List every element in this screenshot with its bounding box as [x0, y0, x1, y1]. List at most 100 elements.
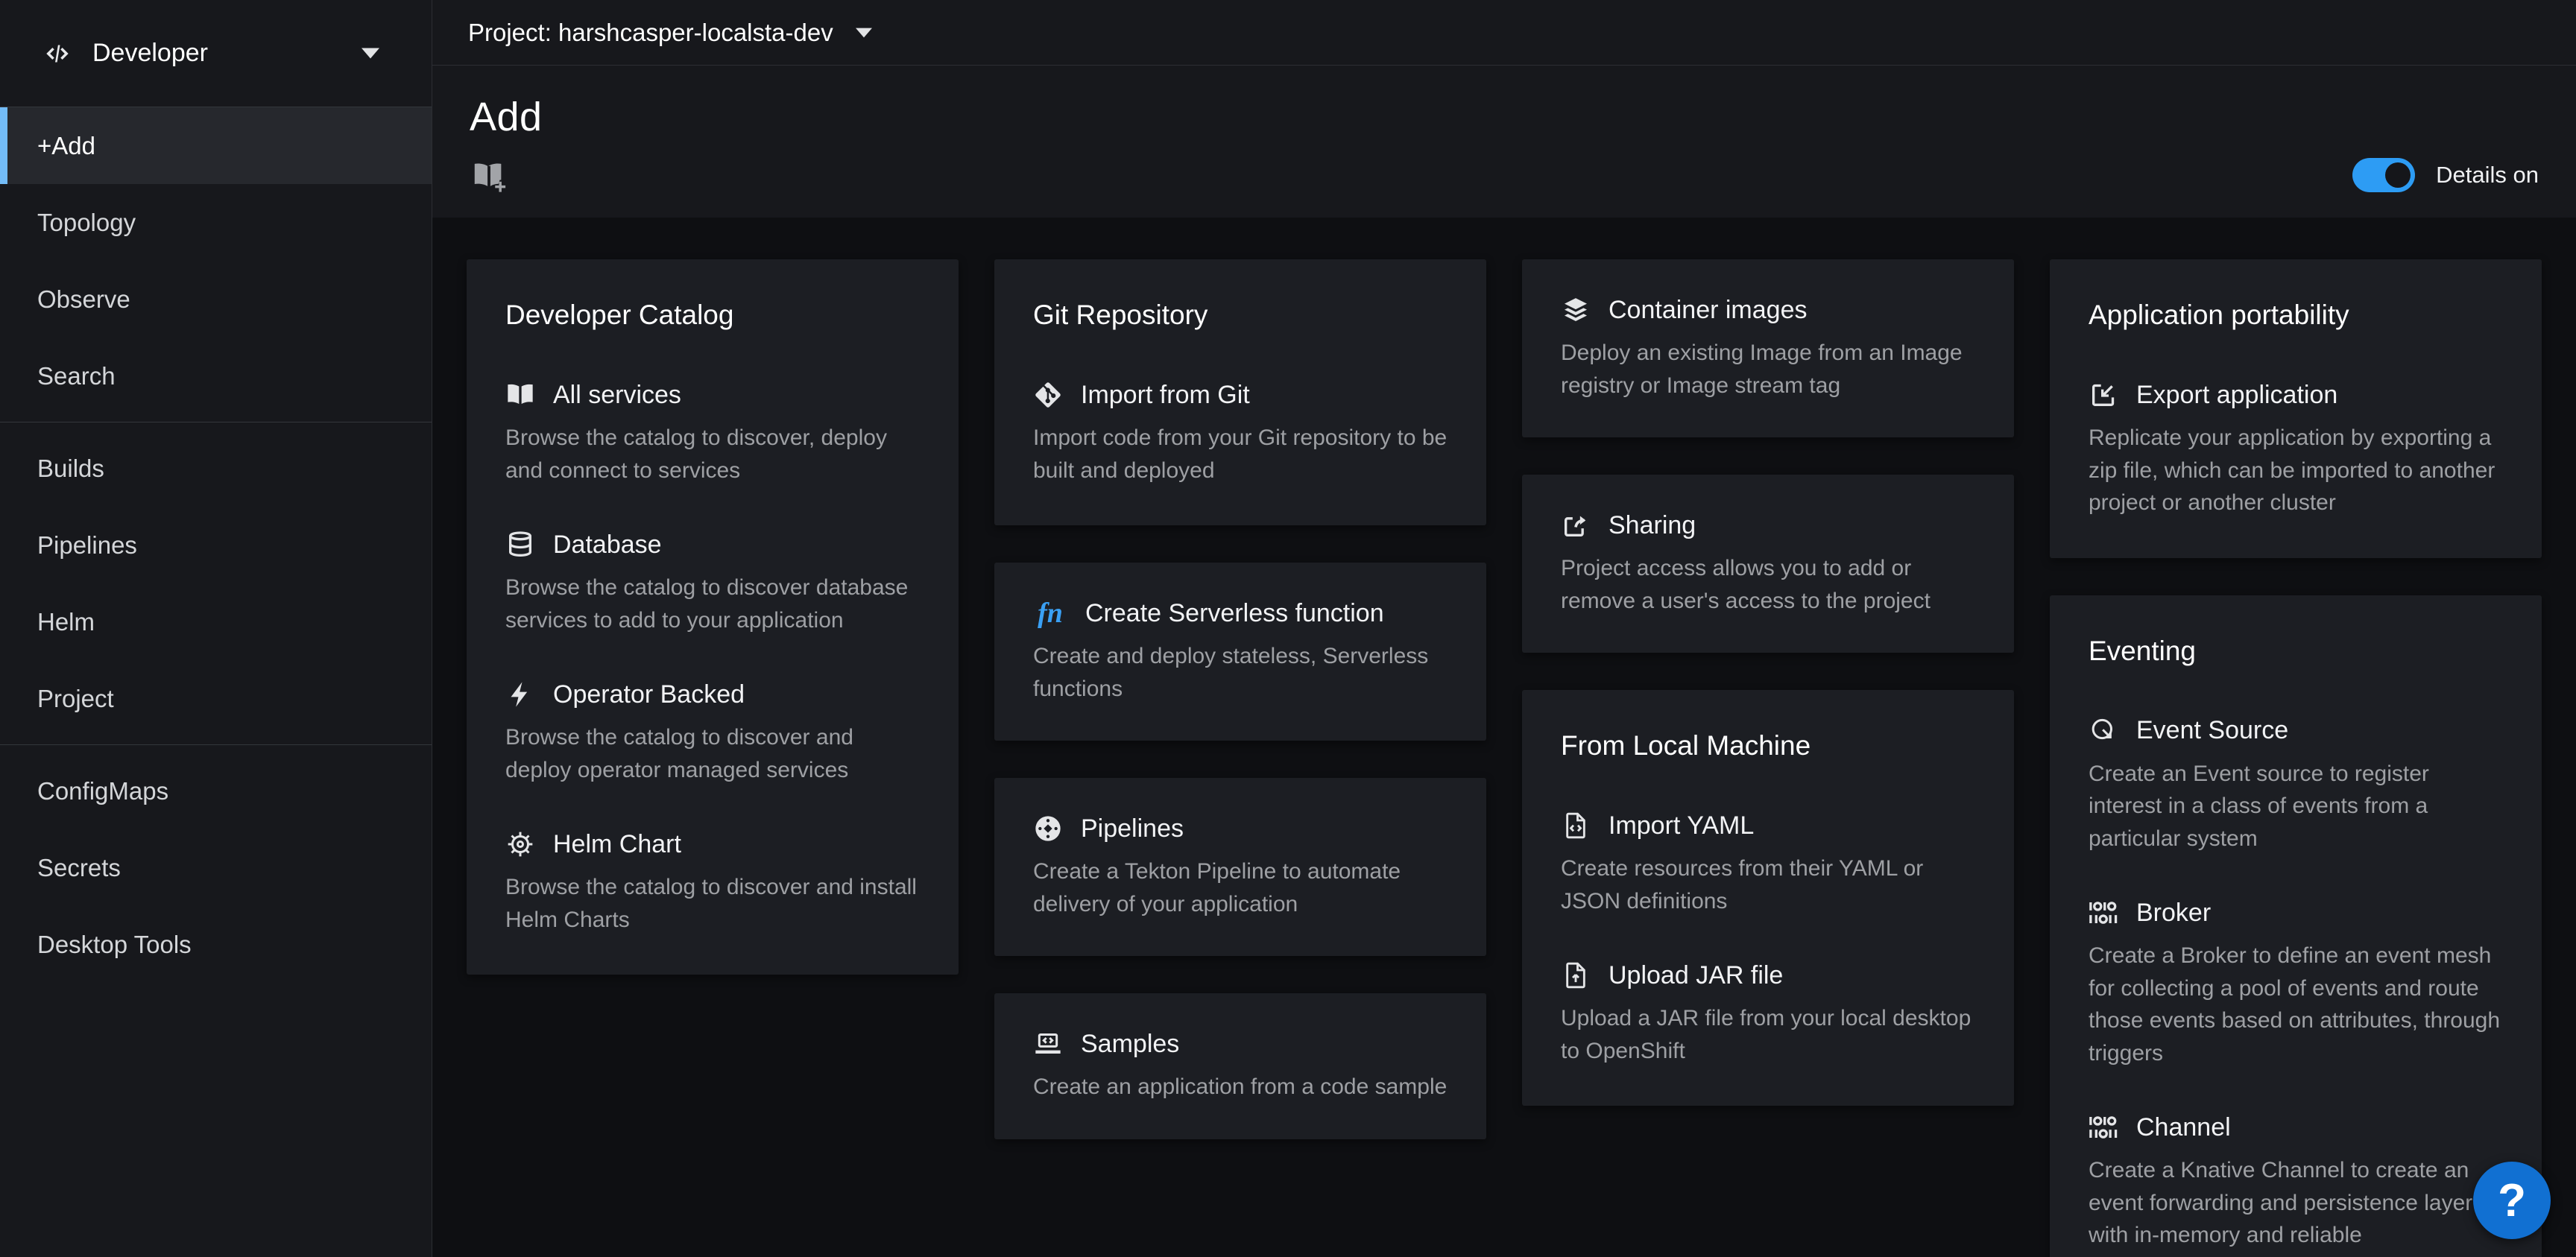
item-label: Event Source: [2136, 716, 2288, 745]
sidebar-item-label: Secrets: [37, 854, 121, 882]
item-label: Samples: [1081, 1030, 1179, 1059]
item-upload-jar-file[interactable]: Upload JAR file Upload a JAR file from y…: [1561, 960, 1975, 1067]
main-content: Project: harshcasper-localsta-dev Add De…: [432, 0, 2576, 1257]
item-description: Browse the catalog to discover database …: [505, 571, 920, 636]
item-label: Helm Chart: [553, 830, 681, 859]
file-code-icon: [1561, 811, 1591, 840]
page-title: Add: [470, 94, 2539, 140]
item-label: Operator Backed: [553, 680, 745, 709]
item-label: Pipelines: [1081, 814, 1184, 843]
details-toggle[interactable]: [2352, 158, 2415, 192]
item-broker[interactable]: Broker Create a Broker to define an even…: [2089, 898, 2503, 1069]
item-label: Sharing: [1609, 511, 1696, 540]
item-import-from-git[interactable]: Import from Git Import code from your Gi…: [1033, 380, 1448, 487]
item-samples[interactable]: Samples Create an application from a cod…: [1033, 1029, 1448, 1104]
export-application-icon: [2089, 380, 2118, 410]
card-pipelines: Pipelines Create a Tekton Pipeline to au…: [994, 778, 1486, 956]
sidebar-item-project[interactable]: Project: [0, 660, 432, 737]
item-description: Deploy an existing Image from an Image r…: [1561, 337, 1975, 402]
item-label: Channel: [2136, 1113, 2231, 1142]
card-title: Application portability: [2089, 300, 2503, 331]
item-description: Replicate your application by exporting …: [2089, 422, 2503, 519]
event-source-icon: [2089, 716, 2118, 746]
card-git-repository: Git Repository Import from Git Import co…: [994, 259, 1486, 525]
card-title: Git Repository: [1033, 300, 1448, 331]
sidebar-item-add[interactable]: +Add: [0, 107, 432, 184]
sidebar-item-label: Builds: [37, 455, 104, 483]
card-container-images: Container images Deploy an existing Imag…: [1522, 259, 2014, 437]
book-open-icon: [505, 380, 535, 410]
sidebar-item-label: Desktop Tools: [37, 931, 192, 959]
item-all-services[interactable]: All services Browse the catalog to disco…: [505, 380, 920, 487]
item-event-source[interactable]: Event Source Create an Event source to r…: [2089, 716, 2503, 855]
sidebar-nav: +Add Topology Observe Search Builds Pipe…: [0, 107, 432, 1257]
item-sharing[interactable]: Sharing Project access allows you to add…: [1561, 510, 1975, 617]
item-export-application[interactable]: Export application Replicate your applic…: [2089, 380, 2503, 519]
card-sharing: Sharing Project access allows you to add…: [1522, 475, 2014, 653]
item-operator-backed[interactable]: Operator Backed Browse the catalog to di…: [505, 680, 920, 786]
serverless-fn-icon: fn: [1033, 598, 1067, 628]
sidebar-item-secrets[interactable]: Secrets: [0, 829, 432, 906]
sidebar-item-label: ConfigMaps: [37, 777, 168, 805]
sidebar: Developer +Add Topology Observe Search B…: [0, 0, 432, 1257]
item-description: Project access allows you to add or remo…: [1561, 552, 1975, 617]
item-container-images[interactable]: Container images Deploy an existing Imag…: [1561, 295, 1975, 402]
item-description: Browse the catalog to discover and deplo…: [505, 721, 920, 786]
sidebar-item-pipelines[interactable]: Pipelines: [0, 507, 432, 583]
perspective-switcher[interactable]: Developer: [0, 0, 432, 107]
item-channel[interactable]: Channel Create a Knative Channel to crea…: [2089, 1112, 2503, 1252]
sidebar-item-configmaps[interactable]: ConfigMaps: [0, 753, 432, 829]
code-icon: [42, 38, 73, 69]
page-header: Add Details on: [432, 66, 2576, 218]
item-description: Create resources from their YAML or JSON…: [1561, 852, 1975, 917]
sidebar-item-topology[interactable]: Topology: [0, 184, 432, 261]
question-mark-icon: ?: [2498, 1174, 2526, 1227]
nav-divider: [0, 744, 432, 745]
item-description: Create an application from a code sample: [1033, 1071, 1448, 1104]
item-database[interactable]: Database Browse the catalog to discover …: [505, 530, 920, 636]
chevron-down-icon: [362, 48, 379, 59]
item-description: Create a Tekton Pipeline to automate del…: [1033, 855, 1448, 920]
item-pipelines[interactable]: Pipelines Create a Tekton Pipeline to au…: [1033, 814, 1448, 920]
bolt-icon: [505, 680, 535, 709]
sidebar-item-search[interactable]: Search: [0, 338, 432, 414]
item-import-yaml[interactable]: Import YAML Create resources from their …: [1561, 811, 1975, 917]
item-description: Create a Broker to define an event mesh …: [2089, 940, 2503, 1069]
item-create-serverless-function[interactable]: fn Create Serverless function Create and…: [1033, 598, 1448, 705]
sidebar-item-label: Helm: [37, 608, 95, 636]
add-cards-grid: Developer Catalog All services Browse th…: [432, 218, 2576, 1257]
card-samples: Samples Create an application from a cod…: [994, 993, 1486, 1139]
sidebar-item-helm[interactable]: Helm: [0, 583, 432, 660]
sidebar-item-builds[interactable]: Builds: [0, 430, 432, 507]
quick-starts-book-plus-icon[interactable]: [470, 158, 508, 195]
item-label: Container images: [1609, 296, 1807, 325]
database-icon: [505, 530, 535, 560]
project-selector[interactable]: Project: harshcasper-localsta-dev: [432, 0, 2576, 66]
perspective-label: Developer: [92, 39, 208, 68]
card-title: Eventing: [2089, 636, 2503, 667]
card-title: Developer Catalog: [505, 300, 920, 331]
help-button[interactable]: ?: [2473, 1162, 2551, 1239]
item-label: Import YAML: [1609, 811, 1754, 840]
details-toggle-label: Details on: [2436, 162, 2539, 189]
project-selector-label: Project: harshcasper-localsta-dev: [468, 19, 833, 47]
cards-column-4: Application portability Export applicati…: [2050, 259, 2542, 1257]
chevron-down-icon: [856, 28, 872, 38]
sidebar-item-observe[interactable]: Observe: [0, 261, 432, 338]
binary-bits-icon: [2089, 898, 2118, 928]
layers-icon: [1561, 295, 1591, 325]
share-icon: [1561, 510, 1591, 540]
git-icon: [1033, 380, 1063, 410]
laptop-code-icon: [1033, 1029, 1063, 1059]
item-label: All services: [553, 381, 681, 410]
item-label: Export application: [2136, 381, 2337, 410]
sidebar-item-label: Topology: [37, 209, 136, 237]
item-description: Create and deploy stateless, Serverless …: [1033, 640, 1448, 705]
item-label: Import from Git: [1081, 381, 1250, 410]
item-helm-chart[interactable]: Helm Chart Browse the catalog to discove…: [505, 829, 920, 936]
sidebar-item-label: Search: [37, 362, 116, 390]
item-label: Broker: [2136, 899, 2211, 928]
sidebar-item-desktop-tools[interactable]: Desktop Tools: [0, 906, 432, 983]
sidebar-item-label: Observe: [37, 285, 130, 314]
cards-column-1: Developer Catalog All services Browse th…: [467, 259, 959, 975]
